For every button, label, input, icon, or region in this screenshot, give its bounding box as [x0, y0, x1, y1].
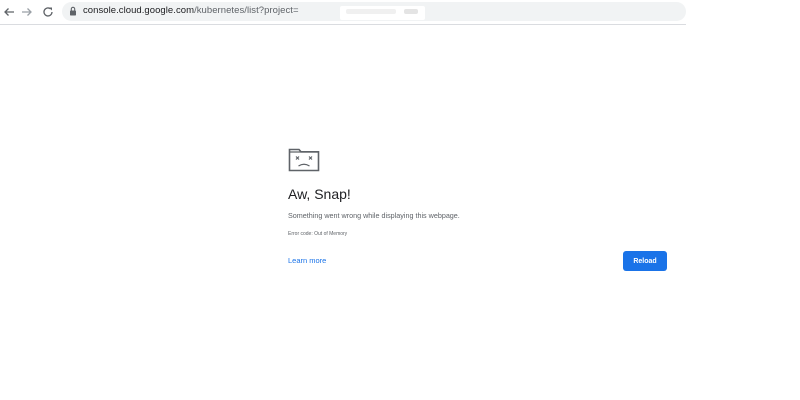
back-arrow-icon [4, 8, 14, 16]
learn-more-link[interactable]: Learn more [288, 256, 326, 265]
back-button[interactable] [0, 3, 18, 21]
forward-button[interactable] [18, 3, 36, 21]
address-bar[interactable]: console.cloud.google.com/kubernetes/list… [62, 2, 686, 21]
error-message: Something went wrong while displaying th… [288, 211, 460, 220]
reload-page-button[interactable] [39, 3, 57, 21]
url-path: /kubernetes/list?project= [194, 5, 299, 16]
url-text: console.cloud.google.com/kubernetes/list… [83, 5, 299, 16]
error-code: Error code: Out of Memory [288, 231, 348, 237]
browser-toolbar: console.cloud.google.com/kubernetes/list… [0, 0, 686, 25]
url-host: console.cloud.google.com [83, 5, 195, 16]
forward-arrow-icon [22, 8, 32, 16]
reload-button[interactable]: Reload [623, 251, 667, 271]
error-title: Aw, Snap! [288, 186, 351, 202]
sad-tab-icon [288, 148, 320, 172]
lock-icon[interactable] [69, 6, 77, 16]
redaction-box [340, 6, 425, 20]
reload-icon [43, 7, 53, 17]
